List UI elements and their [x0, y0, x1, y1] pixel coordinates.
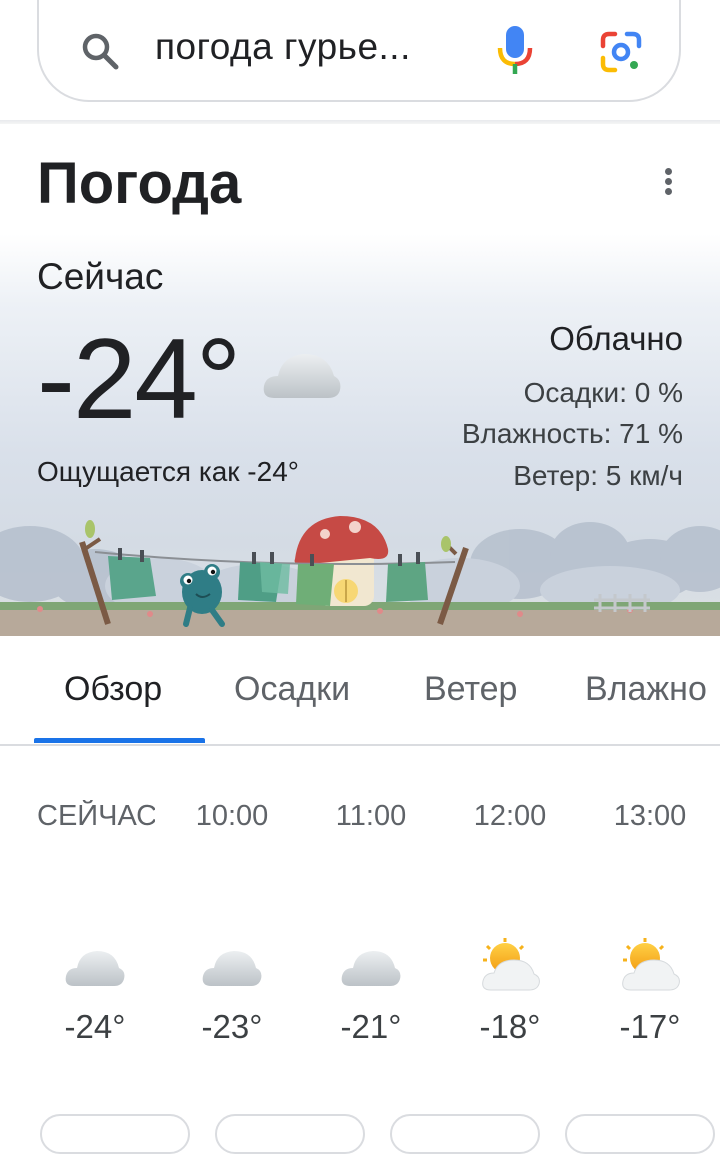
hour-time: 11:00 — [335, 800, 407, 832]
microphone-icon[interactable] — [497, 26, 533, 76]
hour-time: 13:00 — [613, 800, 687, 832]
partly-cloudy-icon — [482, 938, 540, 991]
chip[interactable] — [40, 1114, 190, 1154]
hourly-item: СЕЙЧАС -24° — [30, 800, 160, 1045]
hour-time: 10:00 — [195, 800, 269, 832]
humidity-stat: Влажность: 71 % — [461, 418, 683, 449]
partly-cloudy-icon — [622, 938, 680, 991]
cloudy-icon — [202, 951, 262, 986]
more-options-icon[interactable] — [654, 164, 682, 198]
wind-stat: Ветер: 5 км/ч — [513, 460, 683, 491]
hour-time: 12:00 — [473, 800, 547, 832]
tab-wind[interactable]: Ветер — [424, 670, 517, 709]
hourly-item: 13:00 -17° — [585, 800, 715, 1045]
chip[interactable] — [215, 1114, 365, 1154]
tab-precipitation[interactable]: Осадки — [234, 670, 350, 709]
hour-temperature: -24° — [64, 1008, 126, 1045]
cloudy-icon — [65, 951, 125, 986]
hourly-item: 10:00 -23° — [167, 800, 297, 1045]
search-icon — [82, 33, 119, 70]
current-temperature: -24° — [37, 316, 241, 443]
now-label: Сейчас — [37, 256, 164, 297]
feels-like: Ощущается как -24° — [37, 456, 299, 487]
hour-temperature: -21° — [340, 1008, 402, 1045]
hour-temperature: -23° — [201, 1008, 263, 1045]
hour-temperature: -18° — [479, 1008, 541, 1045]
tab-humidity[interactable]: Влажно — [585, 670, 707, 709]
search-query[interactable]: погода гурье... — [155, 26, 411, 68]
cloudy-icon — [263, 354, 341, 398]
chip[interactable] — [565, 1114, 715, 1154]
hourly-item: 11:00 -21° — [306, 800, 436, 1045]
google-lens-icon[interactable] — [599, 30, 643, 74]
hourly-item: 12:00 -18° — [445, 800, 575, 1045]
cloudy-icon — [341, 951, 401, 986]
weather-tabs: Обзор Осадки Ветер Влажно — [0, 640, 720, 746]
active-tab-indicator — [34, 738, 205, 743]
weather-title: Погода — [37, 151, 242, 216]
chip[interactable] — [390, 1114, 540, 1154]
hour-time: СЕЙЧАС — [37, 800, 155, 832]
precipitation-stat: Осадки: 0 % — [523, 377, 683, 408]
weather-condition: Облачно — [549, 320, 683, 357]
search-bar[interactable]: погода гурье... — [37, 0, 681, 102]
hour-temperature: -17° — [619, 1008, 681, 1045]
tab-overview[interactable]: Обзор — [64, 670, 162, 709]
